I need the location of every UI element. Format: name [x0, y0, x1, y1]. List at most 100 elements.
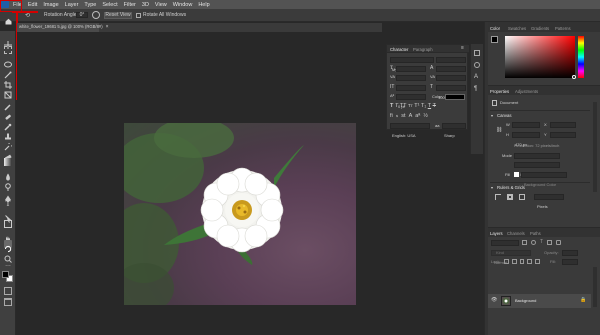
- lock-all-icon[interactable]: [535, 259, 540, 264]
- grid-toggle-icon[interactable]: [507, 194, 513, 200]
- tab-layers[interactable]: Layers: [490, 231, 503, 236]
- gradient-tool-icon[interactable]: [4, 158, 12, 166]
- lock-image-icon[interactable]: [511, 259, 517, 264]
- tab-paragraph[interactable]: Paragraph: [413, 47, 433, 52]
- pen-tool-icon[interactable]: [4, 190, 12, 203]
- close-tab-icon[interactable]: ×: [106, 25, 109, 30]
- height-input[interactable]: 470 px: [512, 132, 540, 147]
- crop-tool-icon[interactable]: [4, 76, 12, 89]
- move-tool-icon[interactable]: [4, 36, 12, 49]
- language-select[interactable]: English: USA: [390, 123, 430, 138]
- x-input[interactable]: [550, 122, 576, 128]
- layer-visibility-icon[interactable]: 👁: [491, 298, 497, 303]
- rotate-view-tool-active-icon[interactable]: [4, 240, 12, 253]
- color-panel-fg-swatch[interactable]: [491, 36, 498, 43]
- menu-image[interactable]: Image: [43, 2, 58, 8]
- menu-layer[interactable]: Layer: [65, 2, 79, 8]
- eyedropper-tool-icon[interactable]: [4, 98, 12, 111]
- fill-opacity-input[interactable]: [562, 259, 578, 265]
- titling-button[interactable]: A: [409, 113, 413, 121]
- tracking-input[interactable]: 0: [436, 75, 466, 90]
- lock-artboard-icon[interactable]: [527, 259, 533, 264]
- smart-object-filter-icon[interactable]: [556, 240, 562, 245]
- document-tab[interactable]: white_flower_19681 5.jpg @ 100% (RGB/8#)…: [17, 23, 109, 32]
- rotate-all-windows-checkbox[interactable]: [136, 13, 141, 18]
- tab-gradients[interactable]: Gradients: [531, 26, 549, 31]
- clone-stamp-tool-icon[interactable]: [4, 128, 12, 140]
- fraction-button[interactable]: ½: [423, 113, 428, 121]
- dodge-tool-icon[interactable]: [4, 178, 12, 191]
- units-select[interactable]: Pixels: [534, 194, 564, 209]
- menu-select[interactable]: Select: [102, 2, 117, 8]
- frame-tool-icon[interactable]: [4, 86, 12, 99]
- character-panel-icon[interactable]: A: [474, 74, 478, 80]
- all-caps-button[interactable]: TT: [400, 103, 407, 112]
- rotation-angle-input[interactable]: 0°: [76, 12, 88, 18]
- blur-tool-icon[interactable]: [4, 168, 12, 181]
- blend-mode-select[interactable]: Normal: [491, 250, 531, 265]
- link-dimensions-icon[interactable]: ⛓: [496, 128, 502, 133]
- rotate-view-tool-icon[interactable]: ⟲: [25, 12, 33, 19]
- layer-row-background[interactable]: 👁 Background 🔒: [488, 294, 591, 308]
- screen-mode-icon[interactable]: [4, 298, 12, 306]
- tab-character[interactable]: Character: [390, 47, 408, 52]
- strikethrough-button[interactable]: T: [433, 103, 436, 112]
- pixel-filter-icon[interactable]: [522, 240, 527, 245]
- vertical-scale-input[interactable]: 100%: [396, 85, 426, 100]
- eraser-tool-icon[interactable]: [4, 148, 12, 161]
- kerning-select[interactable]: Metrics: [396, 75, 426, 90]
- foreground-background-colors[interactable]: [2, 271, 14, 283]
- leading-input[interactable]: (Auto): [436, 66, 466, 81]
- horizontal-scale-input[interactable]: 100%: [436, 85, 466, 100]
- y-input[interactable]: [550, 132, 576, 138]
- fill-select[interactable]: Background Color: [521, 172, 567, 187]
- lock-position-icon[interactable]: [519, 259, 525, 264]
- shape-filter-icon[interactable]: [547, 240, 553, 245]
- font-family-select[interactable]: Myriad Pro: [390, 57, 434, 72]
- tab-adjustments[interactable]: Adjustments: [515, 89, 538, 94]
- home-icon[interactable]: [5, 12, 12, 25]
- layers-scrollbar[interactable]: [593, 267, 597, 307]
- lasso-tool-icon[interactable]: [4, 56, 12, 68]
- superscript-button[interactable]: T¹: [414, 103, 419, 112]
- menu-edit[interactable]: Edit: [28, 2, 37, 8]
- tab-swatches[interactable]: Swatches: [508, 26, 526, 31]
- rulers-toggle-icon[interactable]: [495, 194, 501, 200]
- fill-color-swatch[interactable]: [514, 172, 519, 177]
- history-panel-icon[interactable]: [474, 50, 480, 56]
- subscript-button[interactable]: T₁: [421, 103, 426, 112]
- properties-scrollbar[interactable]: [593, 102, 597, 192]
- actions-panel-icon[interactable]: [474, 62, 480, 68]
- underline-button[interactable]: T: [428, 103, 431, 112]
- edit-toolbar-icon[interactable]: …: [4, 261, 12, 269]
- rectangle-tool-icon[interactable]: [4, 220, 12, 228]
- history-brush-tool-icon[interactable]: [4, 138, 14, 151]
- swash-button[interactable]: ℴ: [396, 113, 399, 121]
- path-selection-tool-icon[interactable]: [4, 210, 12, 223]
- menu-3d[interactable]: 3D: [142, 2, 149, 8]
- type-filter-icon[interactable]: T: [540, 240, 543, 246]
- foreground-color-swatch[interactable]: [2, 271, 9, 278]
- tab-color[interactable]: Color: [490, 26, 500, 31]
- paragraph-panel-icon[interactable]: ¶: [474, 86, 477, 92]
- menu-type[interactable]: Type: [84, 2, 96, 8]
- adjustment-filter-icon[interactable]: [531, 240, 536, 245]
- canvas-collapse-icon[interactable]: ▾: [491, 114, 493, 118]
- small-caps-button[interactable]: Tт: [408, 103, 413, 112]
- menu-filter[interactable]: Filter: [124, 2, 136, 8]
- brush-tool-icon[interactable]: [4, 118, 12, 131]
- layer-filter-select[interactable]: Kind: [491, 240, 519, 255]
- type-tool-icon[interactable]: T: [4, 200, 12, 208]
- hue-slider[interactable]: [578, 36, 584, 78]
- quick-mask-icon[interactable]: [4, 287, 12, 295]
- font-size-input[interactable]: 12 pt: [396, 66, 426, 81]
- anti-alias-select[interactable]: Sharp: [442, 123, 466, 138]
- marquee-tool-icon[interactable]: [4, 46, 12, 54]
- mode-select[interactable]: RGB Color: [514, 153, 560, 168]
- color-picker-field[interactable]: [505, 36, 575, 78]
- font-style-select[interactable]: Regular: [436, 57, 466, 72]
- menu-help[interactable]: Help: [198, 2, 209, 8]
- lock-transparent-icon[interactable]: [504, 259, 509, 264]
- faux-italic-button[interactable]: T: [395, 103, 398, 112]
- guides-toggle-icon[interactable]: [519, 194, 525, 200]
